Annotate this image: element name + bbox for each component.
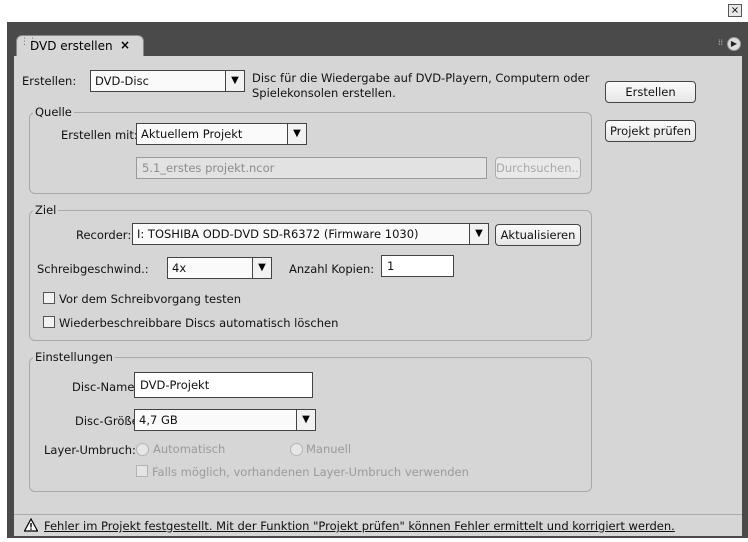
tab-label: DVD erstellen: [30, 39, 113, 53]
create-type-value: DVD-Disc: [95, 74, 149, 88]
manual-radio: [290, 443, 303, 456]
automatic-radio: [136, 443, 149, 456]
chevron-down-icon: ▼: [287, 124, 306, 144]
use-existing-layer-break-label: Falls möglich, vorhandenen Layer-Umbruch…: [152, 465, 469, 479]
file-path-value: 5.1_erstes projekt.ncor: [142, 161, 275, 175]
chevron-down-icon: ▼: [296, 410, 315, 430]
erstellen-mit-value: Aktuellem Projekt: [141, 127, 243, 141]
test-before-write-checkbox[interactable]: [43, 292, 55, 304]
recorder-label: Recorder:: [76, 228, 132, 242]
copies-field[interactable]: 1: [381, 255, 454, 277]
warning-icon: [24, 518, 38, 532]
erstellen-button[interactable]: Erstellen: [605, 81, 696, 103]
disc-size-label: Disc-Größe:: [75, 414, 143, 428]
ziel-legend: Ziel: [33, 203, 59, 217]
speed-label: Schreibgeschwind.:: [37, 262, 149, 276]
panel-menu-icon[interactable]: ⁞⁞ ▶: [718, 37, 742, 53]
copies-value: 1: [387, 259, 395, 273]
speed-value: 4x: [172, 261, 187, 275]
erstellen-mit-label: Erstellen mit:: [61, 128, 138, 142]
recorder-select[interactable]: I: TOSHIBA ODD-DVD SD-R6372 (Firmware 10…: [132, 223, 489, 245]
speed-select[interactable]: 4x ▼: [167, 257, 272, 279]
auto-erase-checkbox[interactable]: [43, 316, 55, 328]
manual-label: Manuell: [306, 442, 352, 456]
browse-button: Durchsuchen...: [495, 157, 582, 179]
test-before-write-label: Vor dem Schreibvorgang testen: [59, 292, 241, 306]
chevron-down-icon: ▼: [469, 224, 488, 244]
chevron-down-icon: ▼: [252, 258, 271, 278]
chevron-down-icon: ▼: [225, 71, 244, 91]
automatic-label: Automatisch: [153, 442, 226, 456]
disc-name-value: DVD-Projekt: [140, 378, 210, 392]
quelle-group: [29, 112, 592, 194]
erstellen-mit-select[interactable]: Aktuellem Projekt ▼: [136, 123, 307, 145]
create-description-line2: Spielekonsolen erstellen.: [252, 86, 396, 100]
create-description-line1: Disc für die Wiedergabe auf DVD-Playern,…: [252, 71, 590, 85]
disc-name-label: Disc-Name:: [72, 380, 139, 394]
create-type-select[interactable]: DVD-Disc ▼: [90, 70, 245, 92]
disc-size-value: 4,7 GB: [139, 413, 178, 427]
quelle-legend: Quelle: [33, 105, 74, 119]
auto-erase-label: Wiederbeschreibbare Discs automatisch lö…: [59, 316, 339, 330]
use-existing-layer-break-checkbox: [136, 465, 148, 477]
recorder-value: I: TOSHIBA ODD-DVD SD-R6372 (Firmware 10…: [137, 227, 419, 241]
aktualisieren-button[interactable]: Aktualisieren: [495, 224, 581, 246]
tab-close-icon[interactable]: ×: [120, 38, 130, 52]
einstellungen-legend: Einstellungen: [33, 350, 115, 364]
disc-size-select[interactable]: 4,7 GB ▼: [134, 409, 316, 431]
grip-icon[interactable]: ⋮⋮: [20, 38, 37, 53]
disc-name-field[interactable]: DVD-Projekt: [134, 372, 313, 398]
status-message-link[interactable]: Fehler im Projekt festgestellt. Mit der …: [44, 519, 675, 533]
top-bar: [0, 0, 748, 22]
copies-label: Anzahl Kopien:: [289, 262, 375, 276]
create-label: Erstellen:: [22, 74, 77, 88]
layer-break-label: Layer-Umbruch:: [44, 443, 136, 457]
window-close-button[interactable]: ×: [728, 4, 742, 17]
file-path-field: 5.1_erstes projekt.ncor: [136, 157, 487, 179]
projekt-pruefen-button[interactable]: Projekt prüfen: [605, 120, 696, 142]
